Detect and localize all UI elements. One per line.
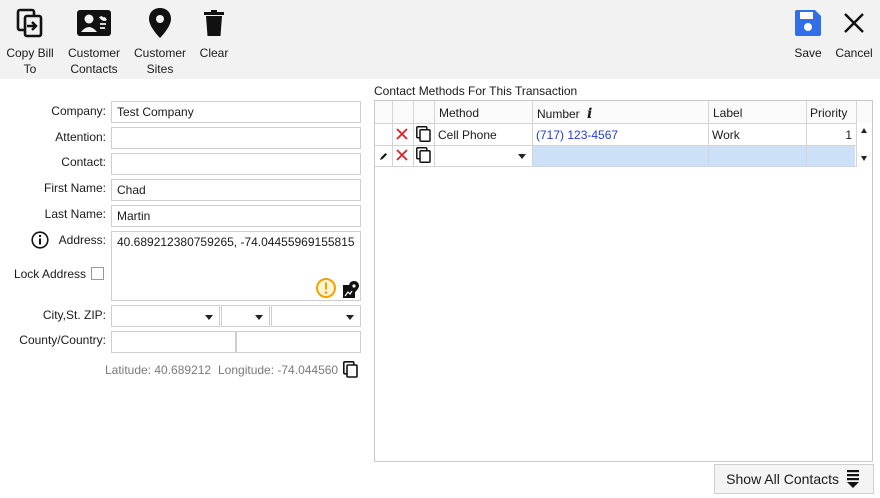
country-field[interactable]: [236, 331, 361, 353]
method-select[interactable]: [435, 146, 532, 166]
copy-bill-to-button[interactable]: Copy Bill To: [4, 0, 56, 79]
save-button[interactable]: Save: [788, 0, 828, 79]
latitude-text: Latitude: 40.689212: [105, 363, 212, 377]
attention-field[interactable]: [111, 127, 361, 149]
copy-bill-to-label: Copy Bill To: [6, 46, 54, 76]
col-header-priority[interactable]: Priority: [810, 106, 847, 120]
contact-label: Contact:: [61, 155, 106, 169]
first-name-label: First Name:: [43, 181, 106, 195]
address-text: 40.689212380759265, -74.04455969155815: [117, 235, 355, 249]
map-locate-icon[interactable]: [343, 281, 359, 302]
lock-address-checkbox[interactable]: [91, 267, 104, 280]
address-label: Address:: [58, 233, 106, 247]
trash-icon: [204, 4, 224, 42]
expand-list-icon: [847, 469, 859, 489]
copy-to-icon: [16, 4, 44, 42]
customer-sites-label: Customer Sites: [133, 46, 186, 76]
company-field[interactable]: Test Company: [111, 101, 361, 123]
contact-methods-grid: Method Number i Label Priority Cell Phon…: [374, 100, 873, 462]
col-header-method[interactable]: Method: [439, 106, 479, 120]
close-icon: [843, 4, 865, 42]
show-all-contacts-button[interactable]: Show All Contacts: [714, 464, 874, 494]
customer-contacts-label: Customer Contacts: [67, 46, 120, 76]
copy-icon[interactable]: [343, 361, 358, 381]
company-label: Company:: [51, 104, 106, 118]
show-all-contacts-label: Show All Contacts: [726, 471, 839, 487]
save-disk-icon: [795, 4, 821, 42]
contact-card-icon: [77, 4, 111, 42]
state-select[interactable]: [221, 305, 270, 327]
grid-scrollbar[interactable]: [857, 123, 872, 166]
chevron-down-icon: [255, 315, 263, 320]
toolbar: Copy Bill To Customer Contacts Customer …: [0, 0, 880, 79]
delete-row-icon[interactable]: [396, 149, 408, 164]
cancel-label: Cancel: [835, 46, 873, 60]
col-header-number-label: Number: [537, 107, 580, 121]
city-select[interactable]: [111, 305, 220, 327]
lock-address-label: Lock Address: [13, 267, 86, 281]
col-header-label[interactable]: Label: [713, 106, 742, 120]
contact-field[interactable]: [111, 153, 361, 175]
copy-row-icon[interactable]: [416, 126, 431, 145]
col-header-number[interactable]: Number i: [537, 106, 592, 122]
warning-icon[interactable]: [315, 277, 337, 302]
zip-select[interactable]: [271, 305, 361, 327]
customer-contacts-button[interactable]: Customer Contacts: [65, 0, 123, 79]
info-icon[interactable]: [31, 231, 49, 252]
delete-row-icon[interactable]: [396, 128, 408, 143]
longitude-text: Longitude: -74.044560: [218, 363, 339, 377]
scroll-up-icon[interactable]: [861, 128, 867, 133]
method-cell[interactable]: Cell Phone: [438, 128, 497, 142]
county-country-label: County/Country:: [19, 333, 106, 347]
scroll-down-icon[interactable]: [861, 156, 867, 161]
save-label: Save: [794, 46, 822, 60]
attention-label: Attention:: [55, 130, 106, 144]
chevron-down-icon: [518, 154, 526, 159]
first-name-field[interactable]: Chad: [111, 179, 361, 201]
map-pin-icon: [149, 4, 171, 42]
customer-sites-button[interactable]: Customer Sites: [131, 0, 189, 79]
clear-label: Clear: [199, 46, 229, 60]
last-name-label: Last Name:: [44, 207, 106, 221]
number-cell[interactable]: (717) 123-4567: [536, 128, 618, 142]
edit-pencil-icon: [379, 150, 388, 164]
last-name-field[interactable]: Martin: [111, 205, 361, 227]
county-field[interactable]: [111, 331, 236, 353]
chevron-down-icon: [205, 315, 213, 320]
clear-button[interactable]: Clear: [195, 0, 233, 79]
copy-row-icon[interactable]: [416, 147, 431, 166]
city-st-zip-label: City,St. ZIP:: [42, 308, 106, 322]
priority-cell[interactable]: 1: [810, 128, 852, 142]
cancel-button[interactable]: Cancel: [834, 0, 874, 79]
label-cell[interactable]: Work: [712, 128, 740, 142]
chevron-down-icon: [346, 315, 354, 320]
contact-methods-title: Contact Methods For This Transaction: [374, 84, 578, 98]
info-italic-icon: i: [587, 106, 593, 122]
